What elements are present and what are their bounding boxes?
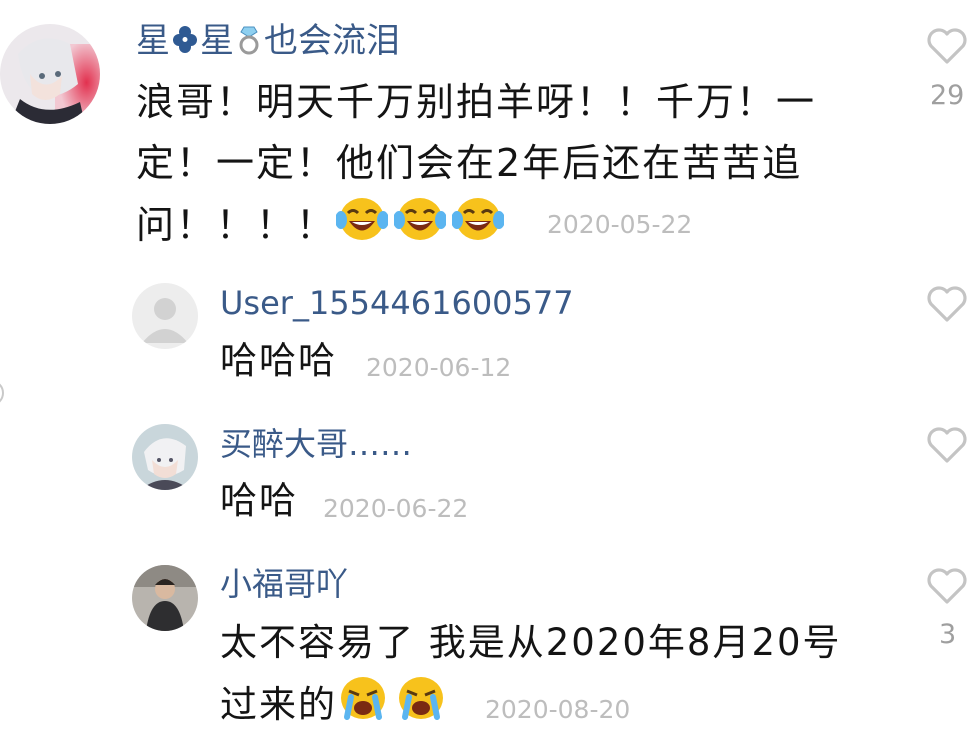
heart-icon[interactable] — [926, 285, 968, 323]
comment-date: 2020-05-22 — [547, 210, 693, 239]
edge-circle-indicator — [0, 380, 4, 406]
comment-text-line: 问！！！！ — [136, 194, 816, 256]
comment-author[interactable]: 小福哥吖 — [220, 568, 348, 600]
laughing-crying-emoji — [394, 194, 447, 244]
avatar[interactable] — [132, 424, 198, 490]
comment-text-line: 太不容易了 我是从2020年8月20号 — [220, 621, 842, 664]
laughing-crying-emoji — [452, 194, 505, 244]
like-count: 29 — [930, 80, 965, 111]
heart-icon[interactable] — [926, 567, 968, 605]
avatar[interactable] — [0, 24, 100, 124]
heart-icon[interactable] — [926, 27, 968, 65]
avatar[interactable] — [132, 565, 198, 631]
comment-author[interactable]: User_1554461600577 — [220, 287, 574, 319]
laughing-crying-emoji — [336, 194, 389, 244]
avatar[interactable] — [132, 283, 198, 349]
comment-author[interactable]: 星星也会流泪 — [136, 24, 400, 58]
comment-text-line: 浪哥！明天千万别拍羊呀！！千万！一 — [136, 80, 817, 124]
comments-page: 星星也会流泪 浪哥！明天千万别拍羊呀！！千万！一 定！一定！他们会在2年后还在苦… — [0, 0, 969, 737]
comment-date: 2020-06-22 — [323, 494, 469, 523]
clover-icon — [171, 24, 199, 56]
loudly-crying-emoji — [337, 673, 389, 723]
comment-text: 浪哥！明天千万别拍羊呀！！千万！一 定！一定！他们会在2年后还在苦苦追 问！！！… — [136, 72, 816, 256]
comment-text: 哈哈 — [220, 479, 298, 522]
comment-text: 哈哈哈 — [220, 339, 337, 382]
comment-author[interactable]: 买醉大哥…… — [220, 428, 412, 460]
loudly-crying-emoji — [395, 673, 447, 723]
comment-text-line: 定！一定！他们会在2年后还在苦苦追 — [136, 141, 803, 185]
comment-date: 2020-06-12 — [366, 353, 512, 382]
ring-icon — [235, 24, 263, 56]
like-count: 3 — [939, 619, 957, 650]
heart-icon[interactable] — [926, 426, 968, 464]
comment-date: 2020-08-20 — [485, 695, 631, 724]
